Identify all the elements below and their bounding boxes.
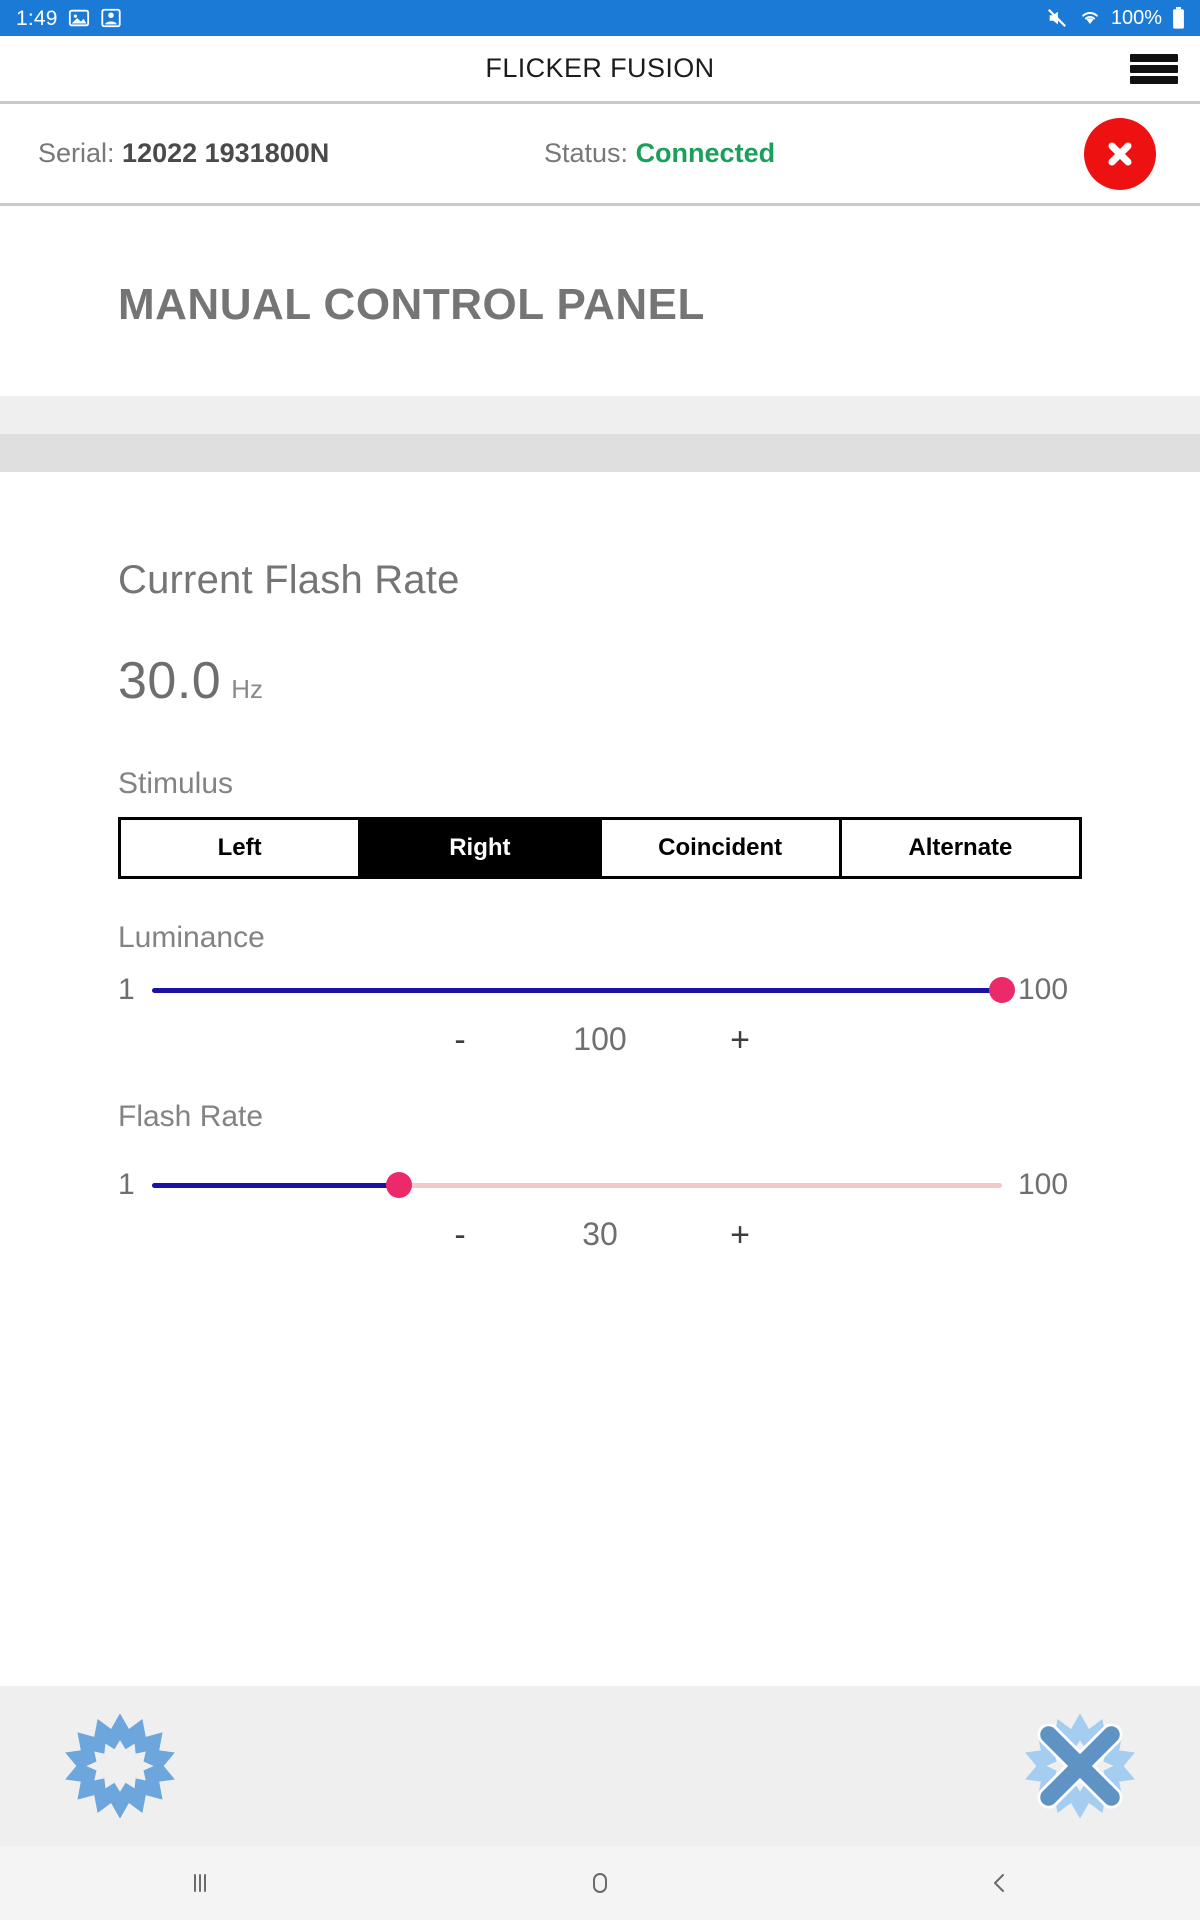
luminance-slider[interactable] [152,973,1015,1007]
flash-rate-max-label: 100 [1018,1168,1069,1201]
recents-button[interactable] [0,1846,400,1920]
divider-band-light [0,396,1200,434]
action-bar [0,1686,1200,1846]
recents-icon [194,1874,206,1892]
starburst-flash-icon [65,1713,175,1819]
luminance-section: Luminance 1 100 - 100 + [118,921,1082,1058]
title-spacer [0,330,1200,396]
luminance-slider-thumb[interactable] [989,977,1015,1003]
android-status-bar: 1:49 100% [0,0,1200,36]
divider-band-dark [0,434,1200,472]
stimulus-option-right[interactable]: Right [361,820,602,876]
status-bar-clock: 1:49 [16,6,58,30]
stimulus-option-left[interactable]: Left [121,820,362,876]
battery-percent-label: 100% [1110,7,1162,29]
luminance-label: Luminance [118,921,265,954]
stimulus-label: Stimulus [118,767,234,800]
mute-icon [1047,8,1066,28]
device-status-bar: Serial: 12022 1931800N Status: Connected [0,104,1200,206]
current-flash-rate-unit: Hz [231,674,263,704]
screenshot-icon [101,8,121,28]
back-button[interactable] [800,1846,1200,1920]
status-bar-left: 1:49 [16,7,122,29]
serial-value: 12022 1931800N [122,138,330,168]
luminance-slider-row: 1 100 [118,973,1082,1007]
flash-rate-min-label: 1 [118,1168,135,1201]
luminance-track-fill [152,987,1002,993]
hamburger-menu-icon[interactable] [1130,51,1178,87]
hamburger-bar [1130,75,1178,84]
flash-rate-value: 30 [582,1216,618,1252]
start-flash-button[interactable] [62,1708,178,1824]
stop-flash-button[interactable] [1022,1708,1138,1824]
status-label: Status: [544,138,629,168]
stimulus-section: Stimulus Left Right Coincident Alternate [118,767,1082,879]
image-icon [68,9,89,27]
luminance-value: 100 [573,1021,627,1057]
luminance-min-label: 1 [118,973,135,1006]
flash-rate-stepper: - 30 + [118,1216,1082,1253]
flash-rate-increment-button[interactable]: + [685,1218,795,1252]
manual-control-content: Current Flash Rate 30.0 Hz Stimulus Left… [0,472,1200,1686]
battery-icon [1173,7,1184,29]
status-value: Connected [635,138,776,168]
flash-rate-section: Flash Rate 1 100 - 30 + [118,1100,1082,1253]
wifi-icon [1081,11,1098,24]
luminance-decrement-button[interactable]: - [405,1023,515,1057]
flash-rate-label: Flash Rate [118,1100,264,1133]
flash-rate-track-fill [152,1182,399,1188]
serial-number: Serial: 12022 1931800N [38,138,329,169]
app-header: FLICKER FUSION [0,36,1200,104]
stimulus-option-alternate[interactable]: Alternate [841,820,1079,876]
app-title: FLICKER FUSION [485,53,715,83]
back-chevron-icon [994,1874,1004,1892]
status-bar-right: 100% [1045,6,1186,30]
connection-status: Status: Connected [544,138,775,169]
stimulus-segmented-control: Left Right Coincident Alternate [118,817,1082,879]
current-flash-rate-label: Current Flash Rate [118,558,460,602]
disconnect-button[interactable] [1084,117,1156,190]
flash-rate-decrement-button[interactable]: - [405,1218,515,1252]
home-circle-icon [593,1873,607,1893]
app-root: 1:49 100% FLICKER FUSION Serial: 12022 1… [0,0,1200,1920]
flash-rate-slider-thumb[interactable] [385,1172,412,1198]
close-x-icon [1108,142,1132,165]
home-button[interactable] [400,1846,800,1920]
flash-rate-slider[interactable] [152,1168,1002,1202]
luminance-stepper: - 100 + [118,1021,1082,1058]
panel-title-area: MANUAL CONTROL PANEL [0,206,1200,330]
current-flash-rate-value: 30.0 [118,652,222,710]
luminance-increment-button[interactable]: + [685,1023,795,1057]
hamburger-bar [1130,53,1178,62]
page-title: MANUAL CONTROL PANEL [118,280,705,329]
android-nav-bar [0,1846,1200,1920]
stimulus-option-coincident[interactable]: Coincident [601,820,842,876]
flash-rate-slider-row: 1 100 [118,1168,1082,1202]
hamburger-bar [1130,64,1178,73]
serial-label: Serial: [38,138,115,168]
current-flash-rate-readout: 30.0 Hz [118,651,1082,711]
luminance-max-label: 100 [1018,973,1069,1006]
starburst-stop-x-icon [1025,1713,1135,1819]
